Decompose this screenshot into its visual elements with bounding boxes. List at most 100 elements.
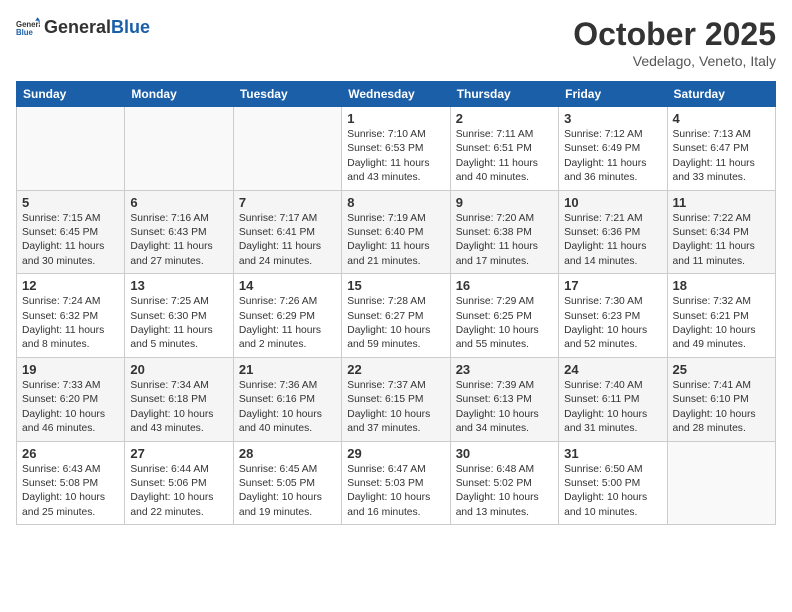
page-header: General Blue GeneralBlue October 2025 Ve… <box>16 16 776 69</box>
calendar-cell: 17Sunrise: 7:30 AM Sunset: 6:23 PM Dayli… <box>559 274 667 358</box>
calendar-cell: 15 Sunrise: 7:28 AM Sunset: 6:27 PM Dayli… <box>342 274 450 358</box>
calendar-table: SundayMondayTuesdayWednesdayThursdayFrid… <box>16 81 776 525</box>
svg-text:Blue: Blue <box>16 28 34 37</box>
calendar-cell: 26Sunrise: 6:43 AM Sunset: 5:08 PM Dayli… <box>17 441 125 525</box>
weekday-header-sunday: Sunday <box>17 82 125 107</box>
day-number: 25 <box>673 362 770 377</box>
day-info: Sunrise: 7:28 AM Sunset: 6:27 PM Dayligh… <box>347 295 444 353</box>
calendar-cell: 18 Sunrise: 7:32 AM Sunset: 6:21 PM Dayli… <box>667 274 775 358</box>
day-info: Sunrise: 7:11 AM Sunset: 6:51 PM Dayligh… <box>456 128 553 186</box>
day-number: 18 <box>673 278 770 293</box>
day-info: Sunrise: 6:47 AM Sunset: 5:03 PM Dayligh… <box>347 463 444 521</box>
day-info: Sunrise: 7:15 AM Sunset: 6:45 PM Dayligh… <box>22 212 119 270</box>
day-number: 19 <box>22 362 119 377</box>
calendar-cell: 8 Sunrise: 7:19 AM Sunset: 6:40 PM Daylig… <box>342 190 450 274</box>
calendar-cell: 19 Sunrise: 7:33 AM Sunset: 6:20 PM Dayli… <box>17 357 125 441</box>
calendar-cell: 31Sunrise: 6:50 AM Sunset: 5:00 PM Dayli… <box>559 441 667 525</box>
weekday-header-wednesday: Wednesday <box>342 82 450 107</box>
day-info: Sunrise: 6:44 AM Sunset: 5:06 PM Dayligh… <box>130 463 227 521</box>
day-info: Sunrise: 7:26 AM Sunset: 6:29 PM Dayligh… <box>239 295 336 353</box>
day-number: 20 <box>130 362 227 377</box>
calendar-cell: 5 Sunrise: 7:15 AM Sunset: 6:45 PM Daylig… <box>17 190 125 274</box>
day-info: Sunrise: 7:33 AM Sunset: 6:20 PM Dayligh… <box>22 379 119 437</box>
calendar-cell: 13 Sunrise: 7:25 AM Sunset: 6:30 PM Dayli… <box>125 274 233 358</box>
day-info: Sunrise: 7:41 AM Sunset: 6:10 PM Dayligh… <box>673 379 770 437</box>
calendar-cell: 1 Sunrise: 7:10 AM Sunset: 6:53 PM Daylig… <box>342 107 450 191</box>
day-number: 12 <box>22 278 119 293</box>
calendar-cell: 11 Sunrise: 7:22 AM Sunset: 6:34 PM Dayli… <box>667 190 775 274</box>
logo-icon: General Blue <box>16 16 40 40</box>
day-info: Sunrise: 7:13 AM Sunset: 6:47 PM Dayligh… <box>673 128 770 186</box>
day-info: Sunrise: 7:17 AM Sunset: 6:41 PM Dayligh… <box>239 212 336 270</box>
calendar-cell: 2 Sunrise: 7:11 AM Sunset: 6:51 PM Daylig… <box>450 107 558 191</box>
calendar-week-1: 1 Sunrise: 7:10 AM Sunset: 6:53 PM Daylig… <box>17 107 776 191</box>
day-number: 29 <box>347 446 444 461</box>
day-number: 10 <box>564 195 661 210</box>
day-number: 8 <box>347 195 444 210</box>
month-title: October 2025 <box>573 16 776 53</box>
calendar-cell <box>233 107 341 191</box>
day-info: Sunrise: 6:45 AM Sunset: 5:05 PM Dayligh… <box>239 463 336 521</box>
calendar-cell: 28Sunrise: 6:45 AM Sunset: 5:05 PM Dayli… <box>233 441 341 525</box>
day-number: 15 <box>347 278 444 293</box>
day-info: Sunrise: 7:22 AM Sunset: 6:34 PM Dayligh… <box>673 212 770 270</box>
day-number: 5 <box>22 195 119 210</box>
calendar-cell: 6 Sunrise: 7:16 AM Sunset: 6:43 PM Daylig… <box>125 190 233 274</box>
calendar-cell <box>667 441 775 525</box>
day-number: 16 <box>456 278 553 293</box>
calendar-cell <box>17 107 125 191</box>
calendar-cell: 20 Sunrise: 7:34 AM Sunset: 6:18 PM Dayli… <box>125 357 233 441</box>
title-block: October 2025 Vedelago, Veneto, Italy <box>573 16 776 69</box>
day-number: 21 <box>239 362 336 377</box>
day-info: Sunrise: 7:21 AM Sunset: 6:36 PM Dayligh… <box>564 212 661 270</box>
calendar-week-4: 19 Sunrise: 7:33 AM Sunset: 6:20 PM Dayli… <box>17 357 776 441</box>
day-number: 11 <box>673 195 770 210</box>
day-info: Sunrise: 7:32 AM Sunset: 6:21 PM Dayligh… <box>673 295 770 353</box>
weekday-header-monday: Monday <box>125 82 233 107</box>
day-info: Sunrise: 7:12 AM Sunset: 6:49 PM Dayligh… <box>564 128 661 186</box>
day-number: 1 <box>347 111 444 126</box>
day-number: 13 <box>130 278 227 293</box>
weekday-header-tuesday: Tuesday <box>233 82 341 107</box>
day-info: Sunrise: 7:29 AM Sunset: 6:25 PM Dayligh… <box>456 295 553 353</box>
calendar-cell: 22Sunrise: 7:37 AM Sunset: 6:15 PM Dayli… <box>342 357 450 441</box>
weekday-header-saturday: Saturday <box>667 82 775 107</box>
day-info: Sunrise: 7:37 AM Sunset: 6:15 PM Dayligh… <box>347 379 444 437</box>
weekday-header-thursday: Thursday <box>450 82 558 107</box>
calendar-cell: 25 Sunrise: 7:41 AM Sunset: 6:10 PM Dayli… <box>667 357 775 441</box>
day-info: Sunrise: 7:36 AM Sunset: 6:16 PM Dayligh… <box>239 379 336 437</box>
day-number: 6 <box>130 195 227 210</box>
calendar-week-3: 12 Sunrise: 7:24 AM Sunset: 6:32 PM Dayli… <box>17 274 776 358</box>
day-number: 14 <box>239 278 336 293</box>
calendar-cell: 7 Sunrise: 7:17 AM Sunset: 6:41 PM Daylig… <box>233 190 341 274</box>
calendar-cell: 14 Sunrise: 7:26 AM Sunset: 6:29 PM Dayli… <box>233 274 341 358</box>
day-number: 3 <box>564 111 661 126</box>
calendar-cell: 30Sunrise: 6:48 AM Sunset: 5:02 PM Dayli… <box>450 441 558 525</box>
logo-text-general: General <box>44 18 111 38</box>
calendar-cell: 27Sunrise: 6:44 AM Sunset: 5:06 PM Dayli… <box>125 441 233 525</box>
day-info: Sunrise: 7:40 AM Sunset: 6:11 PM Dayligh… <box>564 379 661 437</box>
day-info: Sunrise: 7:25 AM Sunset: 6:30 PM Dayligh… <box>130 295 227 353</box>
day-number: 4 <box>673 111 770 126</box>
day-info: Sunrise: 7:16 AM Sunset: 6:43 PM Dayligh… <box>130 212 227 270</box>
calendar-cell: 10 Sunrise: 7:21 AM Sunset: 6:36 PM Dayli… <box>559 190 667 274</box>
day-info: Sunrise: 7:10 AM Sunset: 6:53 PM Dayligh… <box>347 128 444 186</box>
day-info: Sunrise: 7:24 AM Sunset: 6:32 PM Dayligh… <box>22 295 119 353</box>
day-number: 2 <box>456 111 553 126</box>
calendar-cell: 21 Sunrise: 7:36 AM Sunset: 6:16 PM Dayli… <box>233 357 341 441</box>
day-number: 30 <box>456 446 553 461</box>
calendar-cell: 3 Sunrise: 7:12 AM Sunset: 6:49 PM Daylig… <box>559 107 667 191</box>
day-number: 7 <box>239 195 336 210</box>
day-number: 26 <box>22 446 119 461</box>
day-info: Sunrise: 7:19 AM Sunset: 6:40 PM Dayligh… <box>347 212 444 270</box>
calendar-cell <box>125 107 233 191</box>
day-info: Sunrise: 7:20 AM Sunset: 6:38 PM Dayligh… <box>456 212 553 270</box>
day-number: 24 <box>564 362 661 377</box>
day-info: Sunrise: 7:34 AM Sunset: 6:18 PM Dayligh… <box>130 379 227 437</box>
logo-text-blue: Blue <box>111 18 150 38</box>
calendar-week-5: 26Sunrise: 6:43 AM Sunset: 5:08 PM Dayli… <box>17 441 776 525</box>
location: Vedelago, Veneto, Italy <box>573 53 776 69</box>
day-info: Sunrise: 7:39 AM Sunset: 6:13 PM Dayligh… <box>456 379 553 437</box>
calendar-week-2: 5 Sunrise: 7:15 AM Sunset: 6:45 PM Daylig… <box>17 190 776 274</box>
calendar-cell: 12 Sunrise: 7:24 AM Sunset: 6:32 PM Dayli… <box>17 274 125 358</box>
